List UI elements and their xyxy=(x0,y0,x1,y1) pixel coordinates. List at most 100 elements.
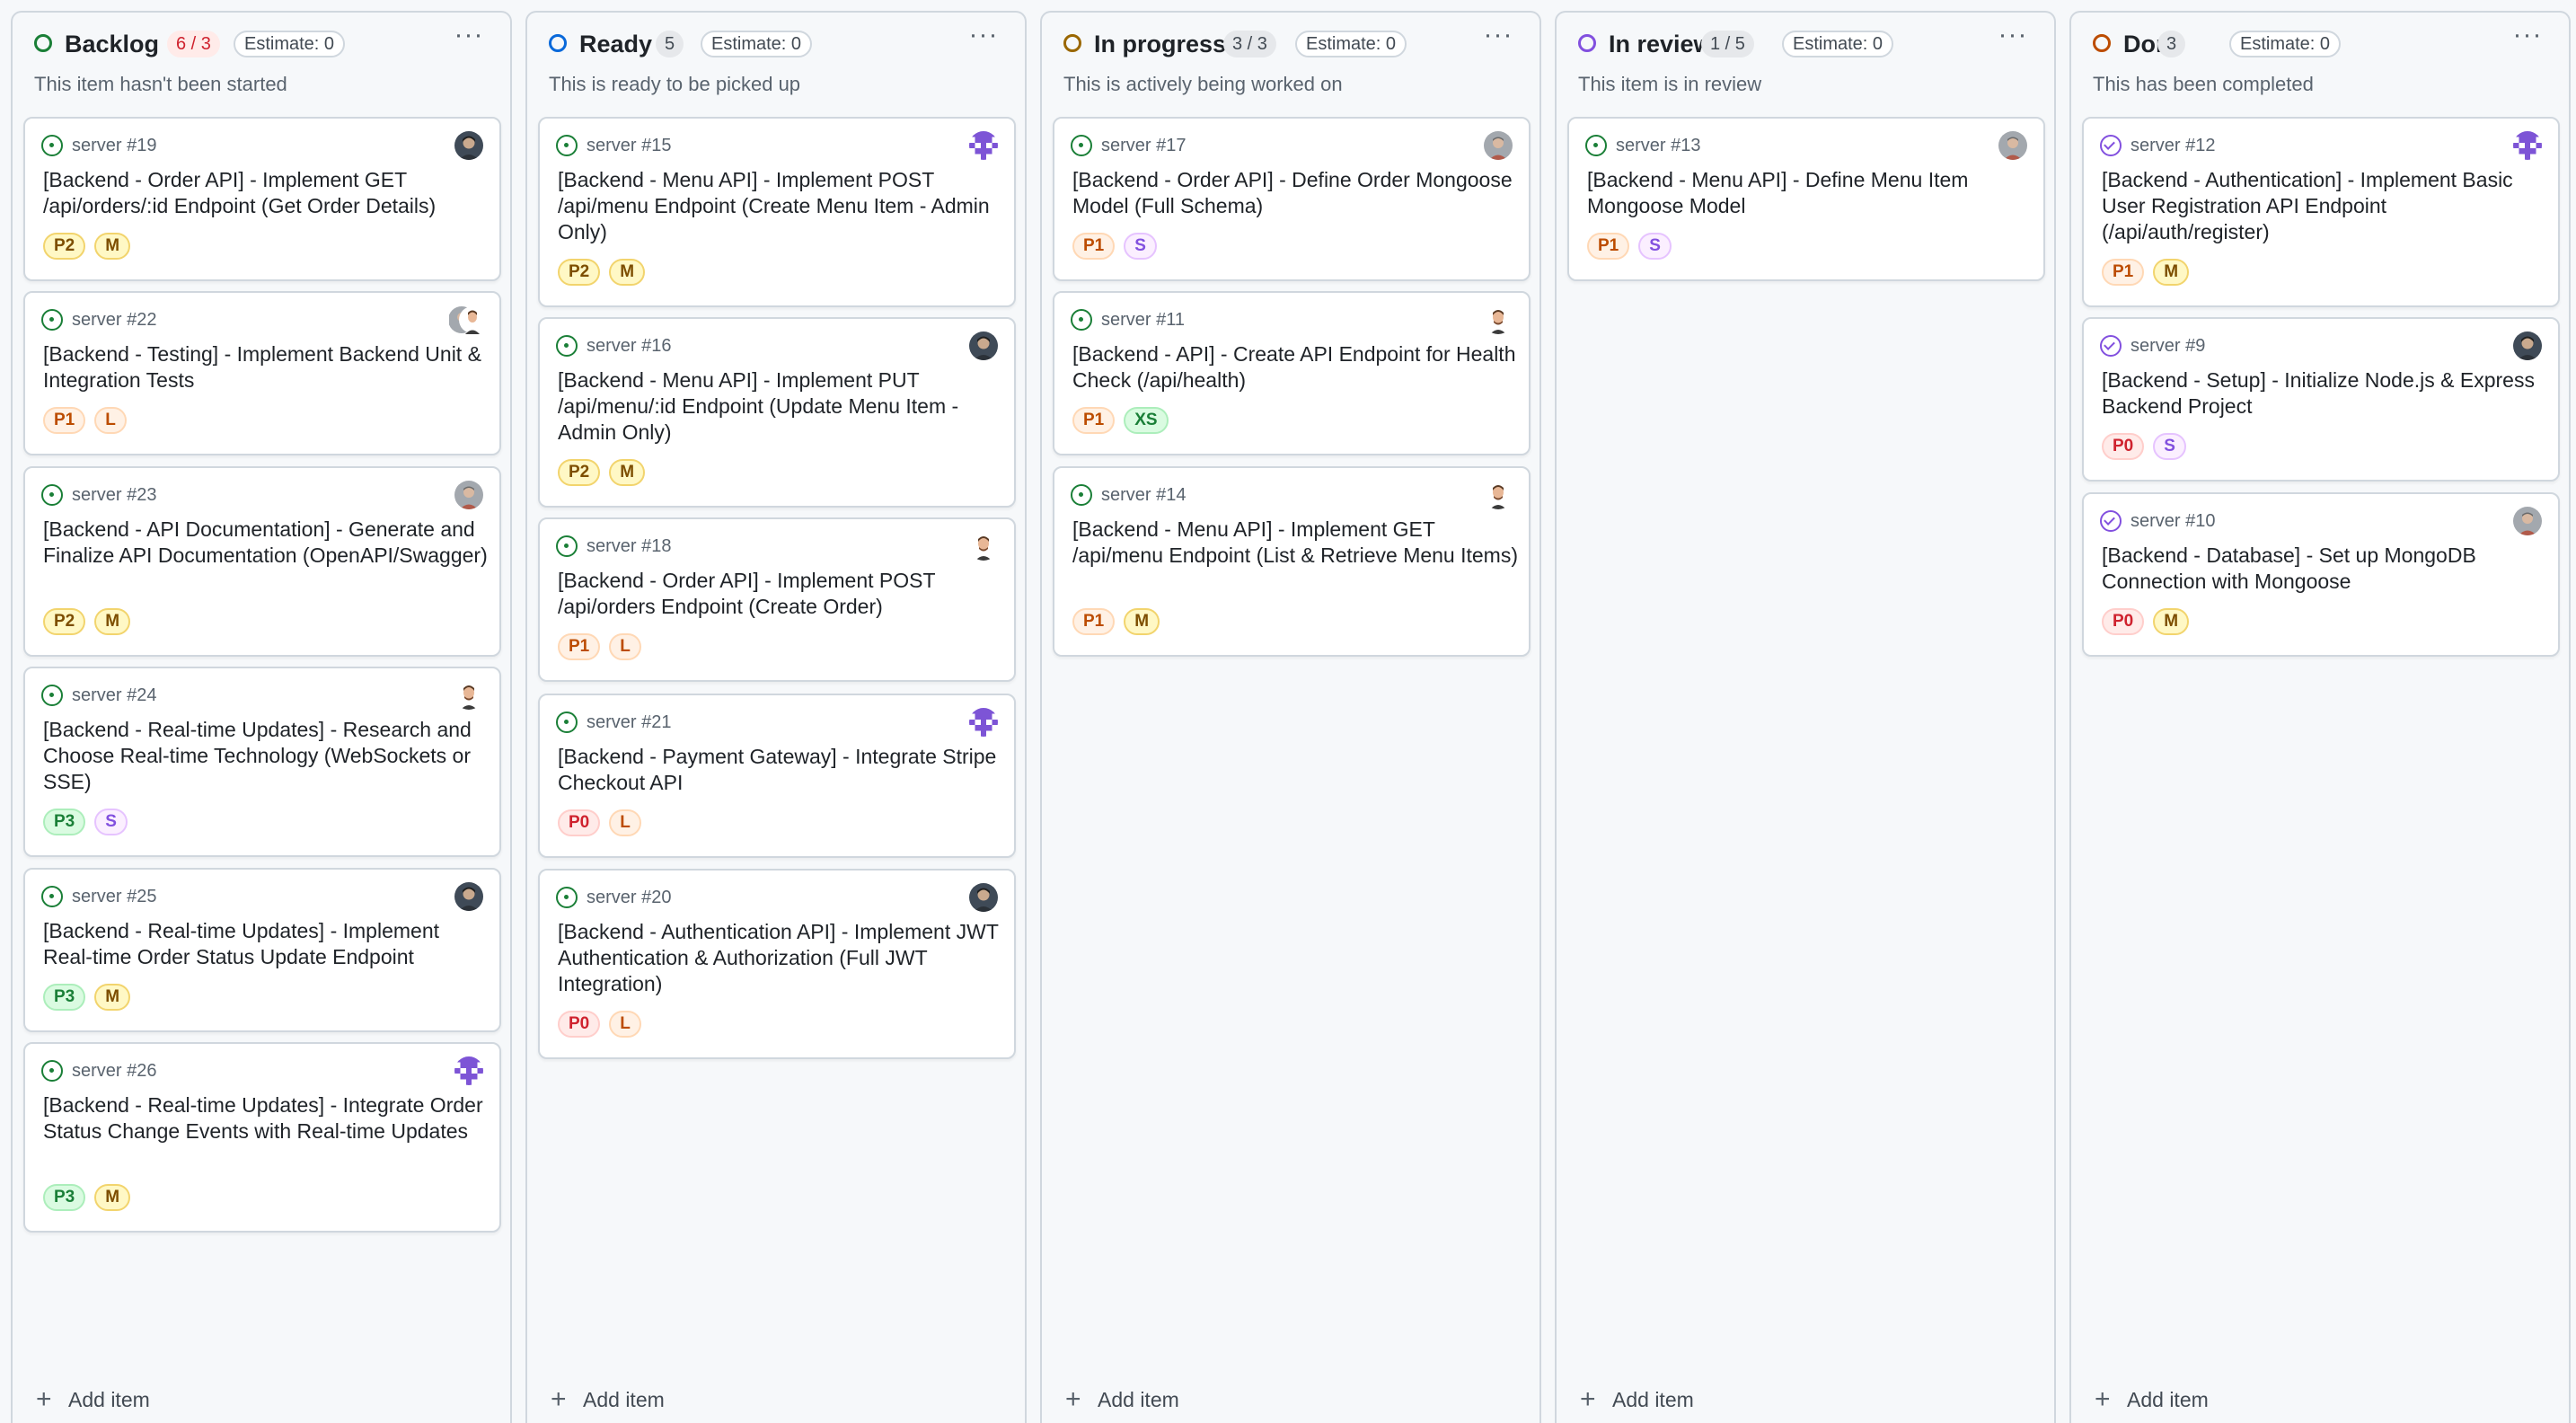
person-illustrated-avatar[interactable] xyxy=(454,681,483,710)
issue-title-link[interactable]: [Backend - Setup] - Initialize Node.js &… xyxy=(2102,367,2547,420)
column-menu-icon[interactable]: ··· xyxy=(2510,22,2545,54)
person-dark-avatar[interactable] xyxy=(969,883,998,912)
issue-card[interactable]: server #12 [Backend - Authentication] - I… xyxy=(2082,117,2560,307)
person-gray-avatar[interactable] xyxy=(1484,131,1513,160)
issue-reference[interactable]: server #20 xyxy=(587,885,672,910)
issue-card[interactable]: server #23 [Backend - API Documentation] … xyxy=(23,466,501,657)
issue-card[interactable]: server #22 [Backend - Testing] - Implemen… xyxy=(23,291,501,455)
issue-title-link[interactable]: [Backend - Real-time Updates] - Integrat… xyxy=(43,1092,489,1145)
add-item-button[interactable]: + Add item xyxy=(2095,1383,2209,1416)
issue-reference[interactable]: server #12 xyxy=(2130,133,2216,158)
column-menu-icon[interactable]: ··· xyxy=(451,22,487,54)
issue-open-icon xyxy=(41,685,63,706)
issue-reference[interactable]: server #24 xyxy=(72,683,157,708)
column-menu-icon[interactable]: ··· xyxy=(1480,22,1516,54)
plus-icon: + xyxy=(36,1384,52,1414)
issue-closed-icon xyxy=(2100,510,2122,532)
issue-title-link[interactable]: [Backend - Authentication] - Implement B… xyxy=(2102,167,2547,245)
add-item-button[interactable]: + Add item xyxy=(1580,1383,1694,1416)
person-dark-avatar[interactable] xyxy=(2513,331,2542,360)
issue-reference[interactable]: server #22 xyxy=(72,307,157,332)
issue-title-link[interactable]: [Backend - Menu API] - Implement GET /ap… xyxy=(1072,517,1518,569)
identicon-avatar[interactable] xyxy=(969,131,998,160)
issue-card[interactable]: server #24 [Backend - Real-time Updates] … xyxy=(23,667,501,857)
issue-reference[interactable]: server #21 xyxy=(587,710,672,735)
issue-card[interactable]: server #18 [Backend - Order API] - Implem… xyxy=(538,517,1016,682)
issue-card[interactable]: server #15 [Backend - Menu API] - Impleme… xyxy=(538,117,1016,307)
column-description: This item is in review xyxy=(1578,73,1762,95)
issue-title-link[interactable]: [Backend - API] - Create API Endpoint fo… xyxy=(1072,341,1518,393)
issue-title-link[interactable]: [Backend - Order API] - Implement POST /… xyxy=(558,568,1003,620)
person-illustrated-avatar[interactable] xyxy=(969,532,998,561)
issue-card[interactable]: server #16 [Backend - Menu API] - Impleme… xyxy=(538,317,1016,508)
person-gray-avatar[interactable] xyxy=(454,481,483,509)
issue-title-link[interactable]: [Backend - Database] - Set up MongoDB Co… xyxy=(2102,543,2547,595)
issue-reference[interactable]: server #25 xyxy=(72,884,157,909)
issue-reference[interactable]: server #26 xyxy=(72,1058,157,1083)
issue-title-link[interactable]: [Backend - Order API] - Implement GET /a… xyxy=(43,167,489,219)
issue-reference[interactable]: server #10 xyxy=(2130,508,2216,534)
size-label: M xyxy=(2153,259,2190,286)
identicon-avatar[interactable] xyxy=(969,708,998,737)
issue-card[interactable]: server #25 [Backend - Real-time Updates] … xyxy=(23,868,501,1032)
issue-title-link[interactable]: [Backend - Payment Gateway] - Integrate … xyxy=(558,744,1003,796)
person-dark-avatar[interactable] xyxy=(454,131,483,160)
issue-labels: P1 S xyxy=(1072,233,1157,260)
issue-reference[interactable]: server #11 xyxy=(1101,307,1185,332)
issue-title-link[interactable]: [Backend - API Documentation] - Generate… xyxy=(43,517,489,569)
issue-title-link[interactable]: [Backend - Menu API] - Implement PUT /ap… xyxy=(558,367,1003,446)
add-item-button[interactable]: + Add item xyxy=(36,1383,150,1416)
size-label: XS xyxy=(1124,407,1169,434)
priority-label: P3 xyxy=(43,1184,86,1211)
person-gray-avatar[interactable] xyxy=(2513,507,2542,535)
person-gray-avatar[interactable] xyxy=(1998,131,2027,160)
issue-title-link[interactable]: [Backend - Menu API] - Define Menu Item … xyxy=(1587,167,2033,219)
issue-card[interactable]: server #10 [Backend - Database] - Set up … xyxy=(2082,492,2560,657)
person-illustrated-avatar[interactable] xyxy=(1484,305,1513,334)
size-label: M xyxy=(2153,608,2190,635)
issue-card[interactable]: server #19 [Backend - Order API] - Implem… xyxy=(23,117,501,281)
issue-title-link[interactable]: [Backend - Menu API] - Implement POST /a… xyxy=(558,167,1003,245)
issue-title-link[interactable]: [Backend - Real-time Updates] - Implemen… xyxy=(43,918,489,970)
issue-card[interactable]: server #13 [Backend - Menu API] - Define … xyxy=(1567,117,2045,281)
issue-reference[interactable]: server #15 xyxy=(587,133,672,158)
issue-card[interactable]: server #21 [Backend - Payment Gateway] - … xyxy=(538,694,1016,858)
column-menu-icon[interactable]: ··· xyxy=(1995,22,2031,54)
identicon-avatar[interactable] xyxy=(2513,131,2542,160)
multiple-assignees-avatar[interactable] xyxy=(449,305,485,334)
issue-card[interactable]: server #26 [Backend - Real-time Updates] … xyxy=(23,1042,501,1233)
identicon-avatar[interactable] xyxy=(454,1056,483,1085)
issue-card[interactable]: server #20 [Backend - Authentication API]… xyxy=(538,869,1016,1059)
person-illustrated-avatar[interactable] xyxy=(1484,481,1513,509)
issue-card[interactable]: server #14 [Backend - Menu API] - Impleme… xyxy=(1053,466,1531,657)
issue-reference[interactable]: server #14 xyxy=(1101,482,1187,508)
issue-labels: P1 L xyxy=(43,407,127,434)
priority-label: P1 xyxy=(558,633,601,660)
status-circle-icon xyxy=(549,34,567,52)
issue-open-icon xyxy=(1071,309,1092,331)
issue-reference[interactable]: server #9 xyxy=(2130,333,2205,358)
person-dark-avatar[interactable] xyxy=(454,882,483,911)
plus-icon: + xyxy=(2095,1384,2111,1414)
issue-card[interactable]: server #9 [Backend - Setup] - Initialize … xyxy=(2082,317,2560,482)
issue-title-link[interactable]: [Backend - Order API] - Define Order Mon… xyxy=(1072,167,1518,219)
column-menu-icon[interactable]: ··· xyxy=(966,22,1001,54)
issue-card[interactable]: server #17 [Backend - Order API] - Define… xyxy=(1053,117,1531,281)
person-dark-avatar[interactable] xyxy=(969,331,998,360)
issue-labels: P1 XS xyxy=(1072,407,1169,434)
issue-card[interactable]: server #11 [Backend - API] - Create API E… xyxy=(1053,291,1531,455)
issue-reference[interactable]: server #18 xyxy=(587,534,672,559)
issue-reference[interactable]: server #13 xyxy=(1616,133,1701,158)
issue-reference[interactable]: server #19 xyxy=(72,133,157,158)
issue-reference[interactable]: server #16 xyxy=(587,333,672,358)
issue-reference[interactable]: server #23 xyxy=(72,482,157,508)
issue-title-link[interactable]: [Backend - Testing] - Implement Backend … xyxy=(43,341,489,393)
issue-title-link[interactable]: [Backend - Real-time Updates] - Research… xyxy=(43,717,489,795)
issue-reference[interactable]: server #17 xyxy=(1101,133,1187,158)
status-circle-icon xyxy=(1063,34,1081,52)
issue-labels: P3 M xyxy=(43,984,131,1011)
add-item-button[interactable]: + Add item xyxy=(551,1383,665,1416)
issue-title-link[interactable]: [Backend - Authentication API] - Impleme… xyxy=(558,919,1003,997)
board-column: Backlog 6 / 3 Estimate: 0 ··· This item hasn… xyxy=(11,11,512,1423)
add-item-button[interactable]: + Add item xyxy=(1065,1383,1179,1416)
